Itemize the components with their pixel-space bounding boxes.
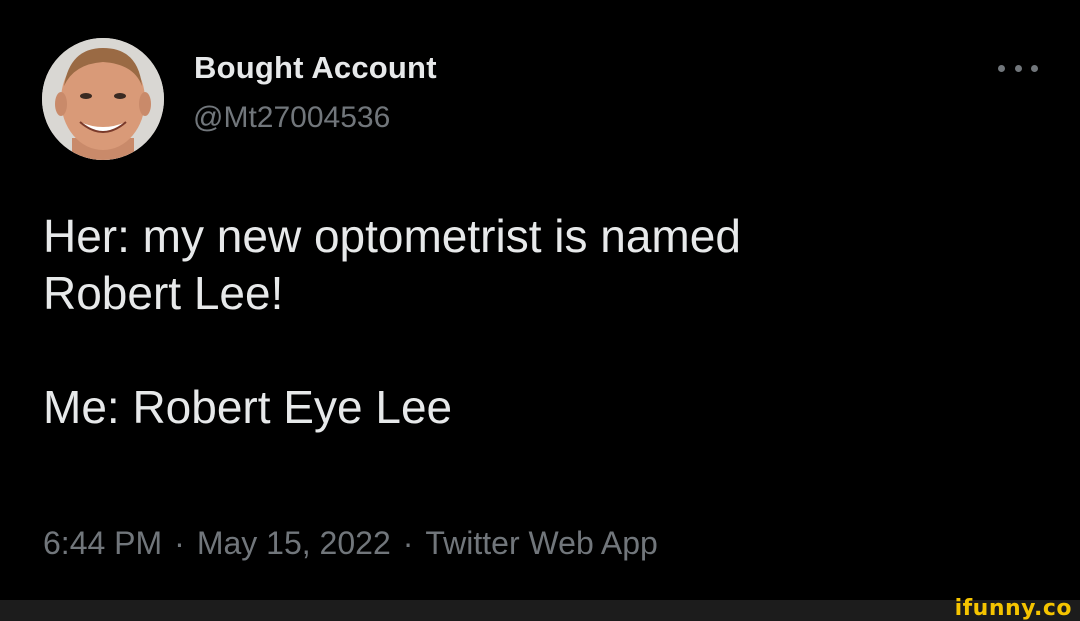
meta-separator: · [402, 525, 414, 561]
dot [1031, 64, 1038, 72]
user-handle[interactable]: @Mt27004536 [193, 101, 390, 135]
dot [1014, 64, 1022, 72]
tweet-text-line: Me: Robert Eye Lee [43, 381, 453, 433]
profile-photo-icon [42, 38, 164, 160]
more-dots-icon[interactable] [998, 58, 1038, 78]
avatar[interactable] [42, 38, 164, 160]
footer-bar [0, 600, 1080, 621]
ifunny-watermark: ifunny.co [954, 596, 1072, 621]
tweet-text-line: Her: my new optometrist is named [43, 210, 741, 262]
meta-separator: · [174, 525, 185, 561]
tweet-date[interactable]: May 15, 2022 [197, 525, 391, 561]
tweet-card: Bought Account @Mt27004536 Her: my new o… [0, 0, 1080, 600]
tweet-meta: 6:44 PM · May 15, 2022 · Twitter Web App [43, 525, 658, 562]
dot [998, 64, 1005, 72]
tweet-text: Her: my new optometrist is named Robert … [43, 208, 1043, 436]
tweet-text-line: Robert Lee! [43, 267, 284, 319]
tweet-source[interactable]: Twitter Web App [425, 525, 657, 561]
display-name[interactable]: Bought Account [194, 50, 437, 86]
tweet-time[interactable]: 6:44 PM [43, 525, 162, 561]
